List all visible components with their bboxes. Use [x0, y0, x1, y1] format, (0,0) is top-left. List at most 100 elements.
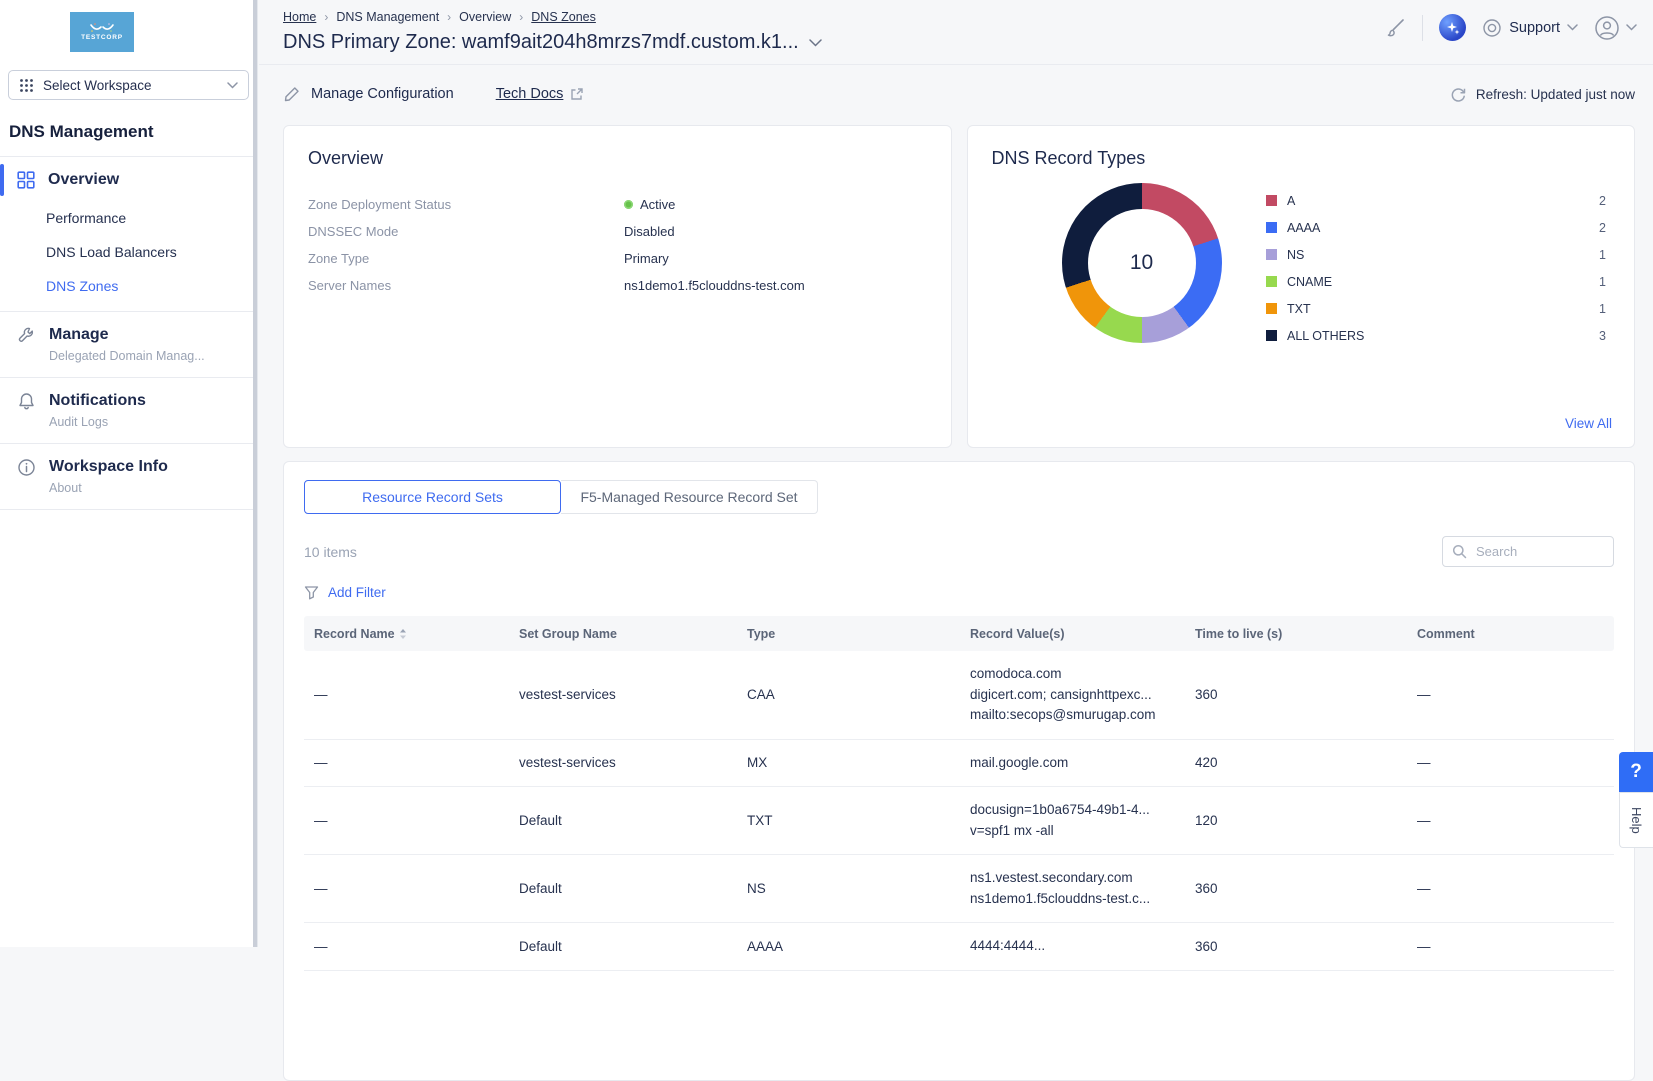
user-avatar-icon [1594, 15, 1620, 41]
zone-toolbar: Manage Configuration Tech Docs Refresh: … [259, 65, 1653, 103]
column-comment: Comment [1407, 627, 1614, 641]
legend-count: 1 [1599, 248, 1606, 262]
breadcrumb-overview[interactable]: Overview [459, 10, 511, 24]
legend-label: A [1287, 194, 1295, 208]
sidebar-item-dns-zones[interactable]: DNS Zones [0, 269, 257, 303]
cell-record-values: ns1.vestest.secondary.com ns1demo1.f5clo… [960, 868, 1185, 909]
tech-docs-link[interactable]: Tech Docs [496, 86, 585, 102]
table-row[interactable]: — Default NS ns1.vestest.secondary.com n… [304, 855, 1614, 923]
legend-count: 3 [1599, 329, 1606, 343]
breadcrumb-home[interactable]: Home [283, 10, 316, 24]
column-type: Type [737, 627, 960, 641]
company-logo[interactable]: TESTCORP [46, 10, 158, 54]
sidebar-heading: DNS Management [9, 122, 257, 142]
info-icon [17, 458, 36, 477]
sidebar: TESTCORP Select Workspace DNS Management… [0, 0, 258, 947]
legend-swatch [1266, 303, 1277, 314]
view-all-link[interactable]: View All [1565, 416, 1612, 431]
legend-label: TXT [1287, 302, 1311, 316]
cell-record-values: comodoca.com digicert.com; cansignhttpex… [960, 664, 1185, 726]
sidebar-item-label: Notifications [49, 392, 146, 410]
sidebar-item-overview[interactable]: Overview [0, 157, 257, 201]
help-tab-label: Help [1629, 807, 1644, 834]
ai-assistant-button[interactable] [1439, 14, 1466, 41]
status-active-dot [624, 200, 633, 209]
help-widget: ? Help [1619, 752, 1653, 848]
page-title: DNS Primary Zone: wamf9ait204h8mrzs7mdf.… [283, 31, 799, 54]
sidebar-item-label: Manage [49, 326, 205, 344]
sidebar-item-performance[interactable]: Performance [0, 201, 257, 235]
search-box [1442, 536, 1614, 567]
add-filter-label: Add Filter [328, 585, 386, 600]
overview-row: DNSSEC Mode Disabled [308, 218, 927, 245]
table-row[interactable]: — Default TXT docusign=1b0a6754-49b1-4..… [304, 787, 1614, 855]
cell-record-values: mail.google.com [960, 753, 1185, 774]
chevron-down-icon [1626, 24, 1637, 31]
zone-type-label: Zone Type [308, 251, 624, 266]
sidebar-item-workspace-info[interactable]: Workspace Info About [0, 444, 257, 509]
cell-ttl: 420 [1185, 755, 1407, 770]
paintbrush-icon [1384, 17, 1406, 39]
zone-deployment-status-value: Active [640, 197, 675, 212]
workspace-selector-label: Select Workspace [43, 78, 218, 93]
dns-record-types-card: DNS Record Types 10 A 2 AAAA 2 [967, 125, 1636, 448]
column-ttl: Time to live (s) [1185, 627, 1407, 641]
records-tabs: Resource Record Sets F5-Managed Resource… [304, 480, 1614, 514]
divider [0, 509, 257, 510]
manage-configuration-label: Manage Configuration [311, 86, 454, 102]
cell-set-group-name: Default [509, 813, 737, 828]
legend-label: AAAA [1287, 221, 1320, 235]
refresh-button[interactable]: Refresh: Updated just now [1450, 86, 1635, 103]
overview-row: Zone Deployment Status Active [308, 191, 927, 218]
cell-record-name: — [304, 881, 509, 896]
breadcrumb-separator: › [324, 10, 328, 24]
legend-label: CNAME [1287, 275, 1332, 289]
search-input[interactable] [1474, 543, 1594, 560]
dnssec-mode-label: DNSSEC Mode [308, 224, 624, 239]
cell-record-values: 4444:4444... [960, 936, 1185, 957]
legend-item: TXT 1 [1266, 295, 1606, 322]
column-set-group-name: Set Group Name [509, 627, 737, 641]
dnssec-mode-value: Disabled [624, 224, 675, 239]
overview-row: Server Names ns1demo1.f5clouddns-test.co… [308, 272, 927, 299]
title-chevron-down-icon[interactable] [809, 39, 822, 47]
wings-icon [89, 23, 115, 33]
grid-dots-icon [19, 78, 34, 93]
legend-swatch [1266, 330, 1277, 341]
overview-row: Zone Type Primary [308, 245, 927, 272]
cell-set-group-name: vestest-services [509, 755, 737, 770]
breadcrumb-dns-management[interactable]: DNS Management [336, 10, 439, 24]
add-filter-button[interactable]: Add Filter [304, 585, 424, 600]
support-menu[interactable]: Support [1482, 18, 1578, 38]
legend-count: 2 [1599, 194, 1606, 208]
theme-paintbrush-button[interactable] [1384, 17, 1406, 39]
sidebar-item-dns-load-balancers[interactable]: DNS Load Balancers [0, 235, 257, 269]
cell-comment: — [1407, 881, 1614, 896]
legend-item: ALL OTHERS 3 [1266, 322, 1606, 349]
tab-f5-managed-resource-record-set[interactable]: F5-Managed Resource Record Set [561, 480, 818, 514]
table-row[interactable]: — vestest-services CAA comodoca.com digi… [304, 651, 1614, 740]
manage-configuration-button[interactable]: Manage Configuration [283, 85, 454, 103]
tab-resource-record-sets[interactable]: Resource Record Sets [304, 480, 561, 514]
column-record-name[interactable]: Record Name [304, 627, 509, 641]
legend-label: ALL OTHERS [1287, 329, 1364, 343]
sidebar-item-notifications[interactable]: Notifications Audit Logs [0, 378, 257, 443]
account-menu[interactable] [1594, 15, 1637, 41]
cell-set-group-name: vestest-services [509, 687, 737, 702]
zone-type-value: Primary [624, 251, 669, 266]
cell-record-name: — [304, 813, 509, 828]
table-row[interactable]: — vestest-services MX mail.google.com 42… [304, 740, 1614, 788]
help-question-button[interactable]: ? [1619, 752, 1653, 792]
workspace-selector[interactable]: Select Workspace [8, 70, 249, 100]
sidebar-item-manage[interactable]: Manage Delegated Domain Manag... [0, 312, 257, 377]
funnel-icon [304, 585, 319, 600]
help-tab-button[interactable]: Help [1619, 792, 1653, 848]
legend-item: NS 1 [1266, 241, 1606, 268]
legend-swatch [1266, 276, 1277, 287]
cell-ttl: 360 [1185, 881, 1407, 896]
breadcrumb-dns-zones[interactable]: DNS Zones [531, 10, 596, 24]
overview-card-title: Overview [308, 148, 927, 169]
column-record-values: Record Value(s) [960, 627, 1185, 641]
sidebar-scrollbar[interactable] [253, 0, 257, 947]
zone-deployment-status-label: Zone Deployment Status [308, 197, 624, 212]
